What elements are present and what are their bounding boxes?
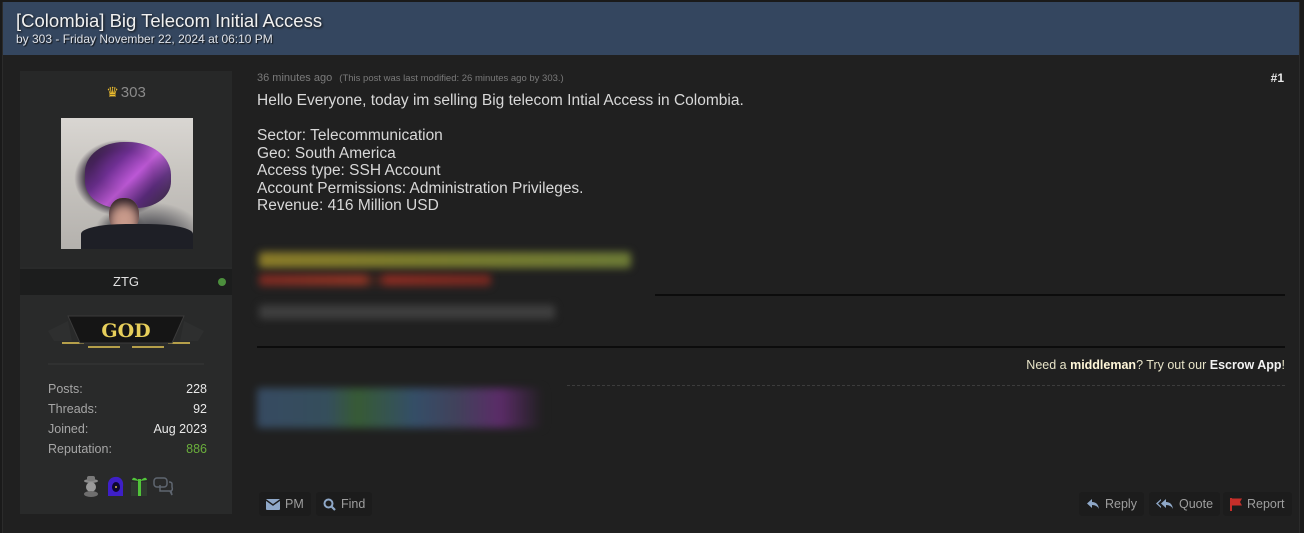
badge-stripe	[132, 346, 164, 348]
signature-divider	[257, 346, 1285, 348]
envelope-icon	[266, 498, 280, 510]
find-button[interactable]: Find	[316, 492, 373, 516]
reputation-value[interactable]: 886	[186, 439, 207, 459]
quote-label: Quote	[1179, 497, 1214, 511]
post-meta: 36 minutes ago (This post was last modif…	[257, 72, 564, 84]
post-intro: Hello Everyone, today im selling Big tel…	[257, 92, 744, 109]
user-stats: Posts: 228 Threads: 92 Joined: Aug 2023 …	[48, 379, 207, 459]
reply-icon	[1087, 499, 1099, 509]
stat-value: Aug 2023	[153, 422, 207, 436]
escrow-text: ? Try out our	[1136, 358, 1210, 372]
stat-reputation: Reputation: 886	[48, 439, 207, 459]
thread-byline: by 303 - Friday November 22, 2024 at 06:…	[16, 32, 273, 46]
detail-access-type: Access type: SSH Account	[257, 162, 441, 179]
stat-value: 92	[193, 402, 207, 416]
divider	[48, 363, 204, 365]
post-frame: [Colombia] Big Telecom Initial Access by…	[2, 2, 1300, 533]
badge-stripe	[88, 346, 120, 348]
escrow-text: !	[1281, 358, 1285, 372]
gift-award-icon[interactable]	[128, 475, 150, 497]
rank-badge: GOD	[48, 315, 204, 348]
crown-icon: ♛	[106, 84, 119, 100]
escrow-app-link[interactable]: Escrow App	[1210, 358, 1282, 372]
post-number[interactable]: #1	[1271, 71, 1284, 85]
reply-all-icon	[1156, 499, 1173, 509]
thread-header: [Colombia] Big Telecom Initial Access by…	[3, 2, 1299, 55]
avatar[interactable]	[61, 118, 193, 249]
spy-award-icon[interactable]	[80, 475, 102, 497]
post-time[interactable]: 36 minutes ago	[257, 72, 332, 84]
online-status-icon	[218, 278, 226, 286]
flag-icon	[1230, 497, 1242, 511]
reply-button[interactable]: Reply	[1079, 492, 1144, 516]
blurred-content-line-2	[259, 274, 491, 286]
stat-label: Posts:	[48, 382, 83, 396]
hood-award-icon[interactable]	[104, 475, 126, 497]
stat-label: Joined:	[48, 422, 89, 436]
blurred-signature-image	[257, 388, 543, 428]
username[interactable]: ♛ 303	[20, 84, 232, 101]
display-name-bar: ZTG	[20, 269, 232, 295]
user-handle[interactable]: 303	[121, 84, 146, 101]
stat-label: Reputation:	[48, 442, 112, 456]
badge-wing-right	[180, 321, 204, 341]
pm-label: PM	[285, 497, 304, 511]
chat-award-icon[interactable]	[152, 475, 174, 497]
find-label: Find	[341, 497, 366, 511]
detail-geo: Geo: South America	[257, 144, 396, 162]
stat-posts: Posts: 228	[48, 379, 207, 399]
post-content: Hello Everyone, today im selling Big tel…	[257, 92, 1257, 215]
rank-label: GOD	[101, 320, 150, 342]
signature-escrow-promo: Need a middleman? Try out our Escrow App…	[1026, 358, 1285, 372]
detail-revenue: Revenue: 416 Million USD	[257, 197, 439, 214]
stat-joined: Joined: Aug 2023	[48, 419, 207, 439]
stat-value: 228	[186, 382, 207, 396]
avatar-body	[81, 224, 193, 249]
post-modified-note: (This post was last modified: 26 minutes…	[339, 73, 564, 84]
blurred-content-line-1	[259, 252, 631, 268]
user-header: ♛ 303	[20, 71, 232, 267]
report-button[interactable]: Report	[1223, 492, 1292, 516]
awards	[80, 475, 174, 497]
dotted-divider	[567, 385, 1285, 386]
quote-button[interactable]: Quote	[1149, 492, 1221, 516]
divider	[655, 294, 1285, 296]
detail-sector: Sector: Telecommunication	[257, 127, 443, 144]
middleman-link[interactable]: middleman	[1070, 358, 1136, 372]
blurred-content-line-3	[259, 305, 555, 319]
escrow-text: Need a	[1026, 358, 1071, 372]
report-label: Report	[1247, 497, 1285, 511]
reply-label: Reply	[1105, 497, 1137, 511]
stat-label: Threads:	[48, 402, 98, 416]
stat-threads: Threads: 92	[48, 399, 207, 419]
detail-permissions: Account Permissions: Administration Priv…	[257, 179, 584, 197]
thread-title: [Colombia] Big Telecom Initial Access	[16, 10, 323, 31]
user-panel: ♛ 303 ZTG GOD Posts: 228 Threads: 92 Joi…	[20, 71, 232, 514]
search-icon	[323, 498, 336, 511]
display-name: ZTG	[113, 274, 139, 289]
pm-button[interactable]: PM	[259, 492, 311, 516]
badge-wing-left	[48, 321, 72, 341]
